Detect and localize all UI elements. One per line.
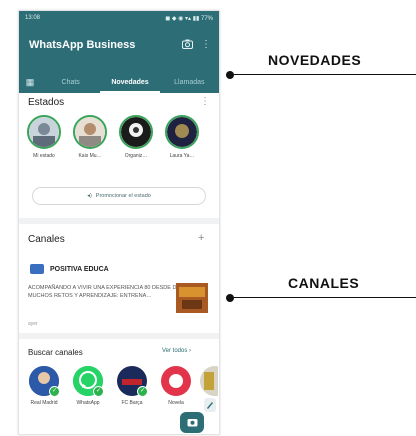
story-item[interactable]: Organiz…	[118, 115, 154, 159]
camera-icon[interactable]	[182, 39, 193, 52]
channel-time: ayer	[28, 321, 38, 327]
channels-title: Canales	[28, 234, 65, 245]
channel-label: Novela	[168, 400, 184, 406]
states-title: Estados	[28, 97, 65, 108]
tab-chats[interactable]: Chats	[41, 79, 100, 86]
tab-camera[interactable]: ▦	[19, 77, 41, 88]
avatar	[119, 115, 153, 149]
status-bar: 13:08 ◼ ◆ ◉ ▾▴ ▮▮ 77%	[19, 11, 219, 25]
chevron-right-icon: ›	[189, 348, 192, 354]
channel-logo	[30, 264, 44, 274]
callout-marker	[226, 71, 234, 79]
channel-label: WhatsApp	[76, 400, 100, 406]
channel-avatar	[200, 366, 218, 396]
store-icon: ▦	[25, 76, 35, 87]
story-item[interactable]: Kais Mu…	[72, 115, 108, 159]
channel-label: Real Madrid	[30, 400, 58, 406]
suggested-channel[interactable]: ✓ FC Barça	[115, 366, 149, 406]
callout-canales: CANALES	[288, 275, 360, 291]
promote-status-label: Promocionar el estado	[95, 193, 151, 199]
camera-fab-button[interactable]	[180, 412, 204, 433]
see-all-label: Ver todos	[162, 348, 188, 354]
callout-line	[230, 297, 416, 298]
app-title: WhatsApp Business	[29, 39, 136, 51]
camera-icon	[187, 418, 198, 430]
suggested-channel[interactable]: ✓ WhatsApp	[71, 366, 105, 406]
tab-novedades[interactable]: Novedades	[100, 79, 160, 93]
channel-thumbnail[interactable]	[176, 283, 208, 313]
story-label: Mi estado	[33, 153, 55, 159]
channel-name[interactable]: POSITIVA EDUCA	[50, 266, 109, 273]
story-item[interactable]: Mi estado	[26, 115, 62, 159]
avatar	[165, 115, 199, 149]
avatar	[27, 115, 61, 149]
section-divider	[19, 218, 219, 224]
tab-bar: ▦ Chats Novedades Llamadas	[19, 71, 219, 93]
whatsapp-icon: ✓	[73, 366, 104, 397]
megaphone-icon: ◂)	[87, 193, 92, 199]
channel-avatar	[161, 366, 191, 396]
suggested-channel[interactable]: ✓ Real Madrid	[27, 366, 61, 406]
promote-status-button[interactable]: ◂) Promocionar el estado	[32, 187, 206, 205]
channel-avatar: ✓	[117, 366, 148, 397]
verified-icon: ✓	[49, 386, 60, 397]
section-divider	[19, 333, 219, 339]
add-channel-icon[interactable]: +	[198, 232, 404, 244]
tab-llamadas[interactable]: Llamadas	[160, 79, 219, 86]
status-time: 13:08	[25, 15, 41, 21]
channel-label: FC Barça	[121, 400, 143, 406]
edit-status-button[interactable]	[204, 398, 216, 412]
callout-marker	[226, 294, 234, 302]
see-all-link[interactable]: Ver todos ›	[162, 348, 191, 354]
story-label: Laura Ya…	[169, 153, 195, 159]
verified-icon: ✓	[137, 386, 148, 397]
callout-novedades: NOVEDADES	[268, 52, 362, 68]
story-label: Kais Mu…	[78, 153, 102, 159]
suggested-channel[interactable]: Novela	[159, 366, 193, 406]
story-item[interactable]: Laura Ya…	[164, 115, 200, 159]
app-header: 13:08 ◼ ◆ ◉ ▾▴ ▮▮ 77% WhatsApp Business …	[19, 11, 219, 93]
avatar	[73, 115, 107, 149]
callout-line	[230, 74, 416, 75]
states-more-icon[interactable]: ⋮	[200, 96, 404, 107]
status-icons: ◼ ◆ ◉ ▾▴ ▮▮ 77%	[165, 15, 213, 22]
channel-message[interactable]: ACOMPAÑANDO A VIVIR UNA EXPERIENCIA 80 D…	[28, 284, 188, 300]
story-label: Organiz…	[124, 153, 148, 159]
verified-icon: ✓	[93, 386, 104, 397]
channel-avatar: ✓	[29, 366, 60, 397]
find-channels-title: Buscar canales	[28, 348, 83, 357]
more-icon[interactable]: ⋮	[201, 39, 211, 52]
